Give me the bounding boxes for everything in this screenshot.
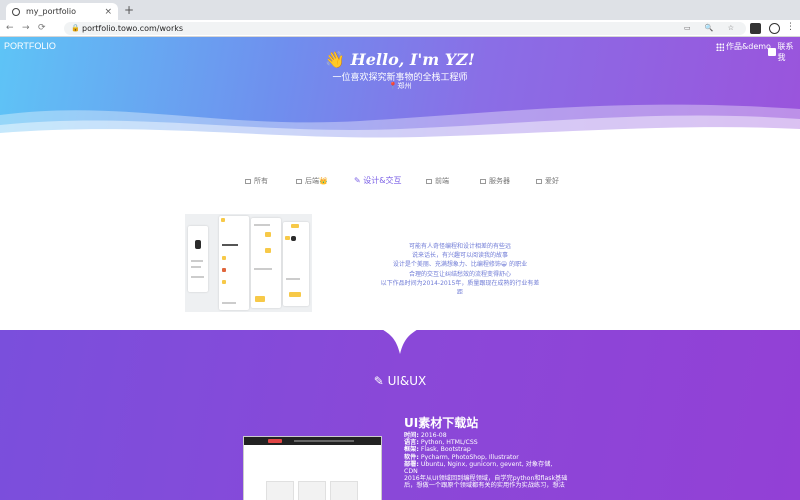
filter-backend[interactable]: 后端👑 xyxy=(296,176,328,186)
mockup-screen xyxy=(251,218,281,308)
filter-hobby[interactable]: 爱好 xyxy=(536,176,559,186)
filter-label: 所有 xyxy=(254,177,268,185)
filter-label: 服务器 xyxy=(489,177,510,185)
info-value: 2016-08 xyxy=(420,432,447,439)
info-key: 部署: xyxy=(404,460,419,468)
description-line: 说来话长，有兴趣可以阅读我的故事 xyxy=(411,252,508,260)
filter-all[interactable]: 所有 xyxy=(245,176,268,186)
category-filter-bar: 所有 后端👑 ✎ 设计&交互 前端 服务器 爱好 xyxy=(0,176,800,188)
profile-avatar-icon[interactable] xyxy=(769,23,780,34)
forward-icon[interactable]: → xyxy=(22,23,30,33)
project-info-block: 时间: 2016-08 语言: Python, HTML/CSS 框架: Fla… xyxy=(404,432,567,490)
info-value: Pycharm, PhotoShop, Illustrator xyxy=(420,453,519,461)
location-text: 郑州 xyxy=(397,82,412,90)
browser-tab[interactable]: my_portfolio × xyxy=(6,3,118,20)
project-screenshot[interactable] xyxy=(243,436,382,500)
section-title-text: UI&UX xyxy=(387,374,427,388)
info-value: Flask, Bootstrap xyxy=(420,446,471,454)
filter-icon xyxy=(480,178,486,184)
filter-icon xyxy=(245,178,251,184)
filter-icon xyxy=(296,178,302,184)
mockup-screen xyxy=(283,222,309,306)
greeting-text: Hello, I'm YZ! xyxy=(350,50,475,69)
design-preview-image[interactable] xyxy=(185,214,312,312)
omnibox-action-icons[interactable]: ▭ 🔍 ☆ xyxy=(684,22,740,35)
mockup-screen xyxy=(219,216,249,310)
section-notch xyxy=(380,328,420,354)
description-line: 以下作品时间为2014-2015年，质量跟现在成熟的行业有差距 xyxy=(380,279,540,297)
tab-title: my_portfolio xyxy=(26,7,76,16)
description-line: 可能有人奇怪编程和设计相差的有些远 xyxy=(408,243,511,250)
description-line: 设计是个美丽、充满想象力、比编程修饰😀 的职业 xyxy=(392,261,528,269)
url-text: portfolio.towo.com/works xyxy=(82,24,184,33)
filter-label: 爱好 xyxy=(545,177,559,185)
tab-close-icon[interactable]: × xyxy=(104,7,112,17)
section-title: ✎ UI&UX xyxy=(0,374,800,388)
filter-icon xyxy=(536,178,542,184)
project-title: UI素材下载站 xyxy=(404,416,479,430)
tab-favicon-icon xyxy=(12,7,20,16)
reload-icon[interactable]: ⟳ xyxy=(38,23,46,33)
filter-server[interactable]: 服务器 xyxy=(480,176,510,186)
back-icon[interactable]: ← xyxy=(6,23,14,33)
design-description: 可能有人奇怪编程和设计相差的有些远 说来话长，有兴趣可以阅读我的故事 设计是个美… xyxy=(380,242,540,297)
filter-label: 前端 xyxy=(435,177,449,185)
info-key: 软件: xyxy=(404,453,419,461)
project-body-text: 后，想做一个跟原个领域都有关的实用作为实战练习，想法 xyxy=(404,482,565,490)
new-tab-button[interactable]: + xyxy=(124,3,134,17)
filter-design[interactable]: ✎ 设计&交互 xyxy=(354,175,402,186)
mockup-screen xyxy=(188,226,208,292)
filter-label: 后端👑 xyxy=(305,177,328,185)
browser-menu-icon[interactable]: ⋮ xyxy=(786,22,795,32)
description-line: 合理的交互让纠结愁效的流程变得舒心 xyxy=(408,270,511,278)
extension-icon[interactable] xyxy=(750,23,761,34)
hero-location: 📍郑州 xyxy=(0,81,800,91)
hero-greeting: 👋 Hello, I'm YZ! xyxy=(0,50,800,69)
browser-tab-strip: my_portfolio × + xyxy=(0,0,800,20)
url-bar[interactable]: 🔒 portfolio.towo.com/works ▭ 🔍 ☆ xyxy=(64,22,746,35)
lock-icon: 🔒 xyxy=(71,24,80,32)
pencil-icon: ✎ xyxy=(354,176,361,185)
address-toolbar: ← → ⟳ 🔒 portfolio.towo.com/works ▭ 🔍 ☆ ⋮ xyxy=(0,20,800,37)
pencil-icon: ✎ xyxy=(373,374,384,388)
info-value: Ubuntu, Nginx, gunicorn, gevent, 对象存储, xyxy=(420,460,553,468)
filter-frontend[interactable]: 前端 xyxy=(426,176,449,186)
filter-icon xyxy=(426,178,432,184)
filter-label: 设计&交互 xyxy=(363,176,402,185)
info-key: 时间: xyxy=(404,432,419,439)
info-key: 框架: xyxy=(404,446,419,454)
waving-hand-icon: 👋 xyxy=(325,50,346,69)
